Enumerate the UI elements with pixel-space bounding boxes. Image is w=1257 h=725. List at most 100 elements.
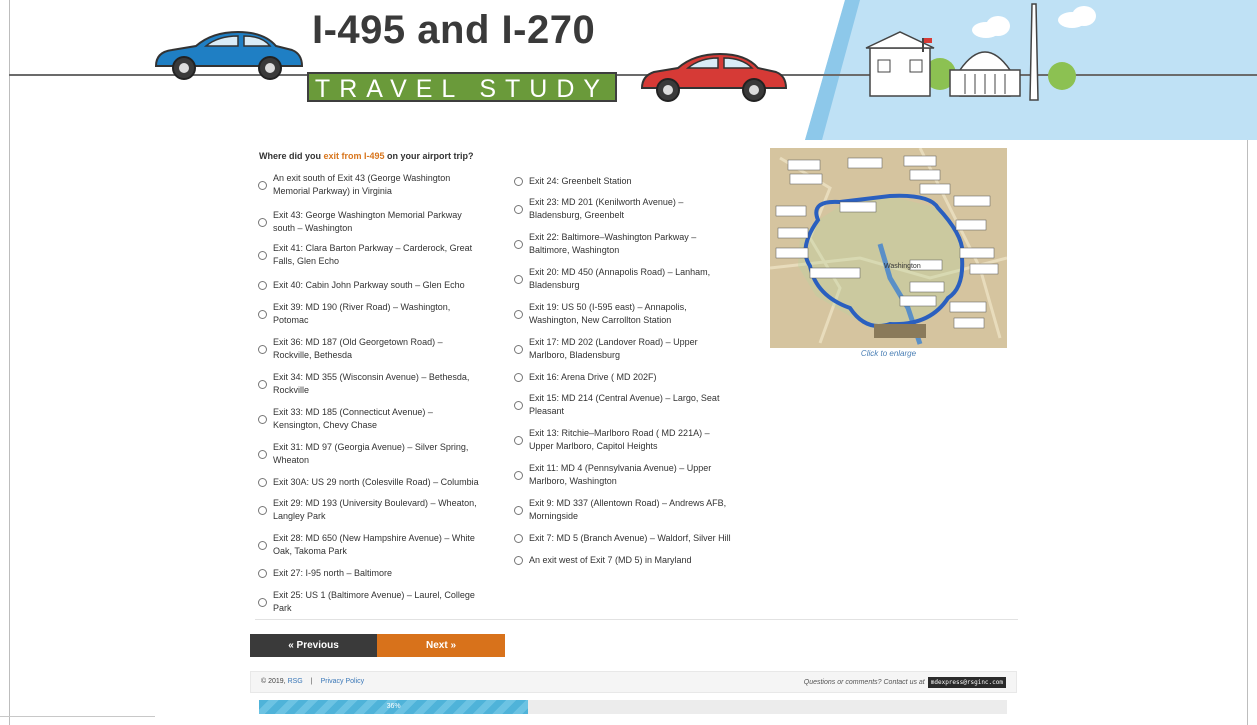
radio-button[interactable] [258, 181, 267, 190]
option-label-line: Exit 17: MD 202 (Landover Road) – Upper [529, 337, 698, 347]
radio-button[interactable] [258, 478, 267, 487]
option-label: Exit 19: US 50 (I-595 east) – Annapolis,… [529, 301, 687, 327]
option-item[interactable]: Exit 39: MD 190 (River Road) – Washingto… [258, 301, 450, 327]
option-label-line: Exit 27: I-95 north – Baltimore [273, 568, 393, 578]
option-item[interactable]: Exit 23: MD 201 (Kenilworth Avenue) – Bla… [514, 196, 683, 222]
radio-button[interactable] [514, 345, 523, 354]
option-item[interactable]: Exit 25: US 1 (Baltimore Avenue) – Laure… [258, 589, 475, 615]
map-caption[interactable]: Click to enlarge [770, 349, 1007, 358]
radio-button[interactable] [258, 218, 267, 227]
beltway-map-icon: Washington [769, 147, 1008, 348]
radio-button[interactable] [258, 345, 267, 354]
option-item[interactable]: Exit 29: MD 193 (University Boulevard) –… [258, 497, 477, 523]
option-label-line: Exit 19: US 50 (I-595 east) – Annapolis, [529, 302, 687, 312]
radio-button[interactable] [258, 281, 267, 290]
beltway-map-image[interactable]: Washington [769, 147, 1008, 348]
question-suffix: on your airport trip? [384, 151, 474, 161]
option-label-line: Marlboro, Washington [529, 476, 617, 486]
option-label-line: An exit south of Exit 43 (George Washing… [273, 173, 451, 183]
radio-button[interactable] [258, 380, 267, 389]
option-item[interactable]: Exit 40: Cabin John Parkway south – Glen… [258, 279, 465, 292]
radio-button[interactable] [514, 471, 523, 480]
previous-button[interactable]: « Previous [250, 634, 377, 657]
option-item[interactable]: Exit 34: MD 355 (Wisconsin Avenue) – Bet… [258, 371, 469, 397]
radio-button[interactable] [514, 556, 523, 565]
option-label: Exit 13: Ritchie–Marlboro Road ( MD 221A… [529, 427, 710, 453]
radio-button[interactable] [514, 436, 523, 445]
option-item[interactable]: Exit 13: Ritchie–Marlboro Road ( MD 221A… [514, 427, 710, 453]
contact-text: Questions or comments? Contact us at [803, 679, 925, 686]
radio-button[interactable] [514, 240, 523, 249]
option-label-line: Upper Marlboro, Capitol Heights [529, 441, 658, 451]
footer-copyright: © 2019, RSG | Privacy Policy [261, 678, 364, 685]
radio-button[interactable] [514, 373, 523, 382]
radio-button[interactable] [514, 534, 523, 543]
option-label-line: Exit 24: Greenbelt Station [529, 176, 632, 186]
option-item[interactable]: Exit 27: I-95 north – Baltimore [258, 567, 392, 580]
option-label-line: Exit 20: MD 450 (Annapolis Road) – Lanha… [529, 267, 711, 277]
option-item[interactable]: Exit 11: MD 4 (Pennsylvania Avenue) – Up… [514, 462, 711, 488]
option-label-line: Pleasant [529, 406, 565, 416]
option-label: Exit 27: I-95 north – Baltimore [273, 567, 392, 580]
radio-button[interactable] [258, 541, 267, 550]
option-item[interactable]: Exit 19: US 50 (I-595 east) – Annapolis,… [514, 301, 687, 327]
progress-bar: 36% [259, 700, 1007, 714]
radio-button[interactable] [514, 205, 523, 214]
option-item[interactable]: An exit south of Exit 43 (George Washing… [258, 172, 450, 198]
privacy-policy-link[interactable]: Privacy Policy [321, 678, 365, 685]
radio-button[interactable] [258, 569, 267, 578]
option-item[interactable]: Exit 41: Clara Barton Parkway – Carderoc… [258, 242, 472, 268]
option-item[interactable]: Exit 20: MD 450 (Annapolis Road) – Lanha… [514, 266, 710, 292]
option-label: An exit west of Exit 7 (MD 5) in Marylan… [529, 554, 692, 567]
radio-button[interactable] [258, 415, 267, 424]
radio-button[interactable] [514, 401, 523, 410]
option-label-line: Kensington, Chevy Chase [273, 420, 378, 430]
option-label: Exit 29: MD 193 (University Boulevard) –… [273, 497, 477, 523]
next-button[interactable]: Next » [377, 634, 505, 657]
option-item[interactable]: Exit 36: MD 187 (Old Georgetown Road) – R… [258, 336, 443, 362]
radio-button[interactable] [514, 177, 523, 186]
radio-button[interactable] [258, 598, 267, 607]
option-item[interactable]: Exit 24: Greenbelt Station [514, 175, 632, 188]
option-item[interactable]: Exit 43: George Washington Memorial Park… [258, 209, 462, 235]
option-label: Exit 9: MD 337 (Allentown Road) – Andrew… [529, 497, 726, 523]
option-label-line: Rockville, Bethesda [273, 350, 353, 360]
radio-button[interactable] [258, 450, 267, 459]
option-label: Exit 40: Cabin John Parkway south – Glen… [273, 279, 465, 292]
footer-separator: | [310, 678, 313, 685]
contact-email[interactable]: mdexpress@rsginc.com [927, 677, 1006, 688]
option-label: Exit 41: Clara Barton Parkway – Carderoc… [273, 242, 472, 268]
option-label-line: Oak, Takoma Park [273, 546, 347, 556]
option-item[interactable]: Exit 7: MD 5 (Branch Avenue) – Waldorf, … [514, 532, 731, 545]
option-label: Exit 33: MD 185 (Connecticut Avenue) – Ke… [273, 406, 433, 432]
option-label-line: Exit 31: MD 97 (Georgia Avenue) – Silver… [273, 442, 469, 452]
radio-button[interactable] [258, 310, 267, 319]
radio-button[interactable] [514, 506, 523, 515]
option-label-line: south – Washington [273, 223, 353, 233]
option-label: Exit 23: MD 201 (Kenilworth Avenue) – Bla… [529, 196, 683, 222]
option-label-line: Langley Park [273, 511, 326, 521]
option-label-line: Exit 25: US 1 (Baltimore Avenue) – Laure… [273, 590, 475, 600]
option-item[interactable]: Exit 22: Baltimore–Washington Parkway – B… [514, 231, 696, 257]
option-item[interactable]: Exit 28: MD 650 (New Hampshire Avenue) –… [258, 532, 475, 558]
option-item[interactable]: Exit 33: MD 185 (Connecticut Avenue) – Ke… [258, 406, 433, 432]
option-item[interactable]: Exit 15: MD 214 (Central Avenue) – Largo… [514, 392, 719, 418]
radio-button[interactable] [514, 275, 523, 284]
option-item[interactable]: An exit west of Exit 7 (MD 5) in Marylan… [514, 554, 692, 567]
option-item[interactable]: Exit 16: Arena Drive ( MD 202F) [514, 371, 657, 384]
radio-button[interactable] [258, 506, 267, 515]
rsg-link[interactable]: RSG [288, 678, 303, 685]
radio-button[interactable] [258, 251, 267, 260]
option-item[interactable]: Exit 30A: US 29 north (Colesville Road) … [258, 476, 479, 489]
option-label-line: Exit 43: George Washington Memorial Park… [273, 210, 462, 220]
radio-button[interactable] [514, 310, 523, 319]
copyright-text: © 2019, [261, 678, 288, 685]
option-item[interactable]: Exit 17: MD 202 (Landover Road) – Upper M… [514, 336, 698, 362]
option-item[interactable]: Exit 31: MD 97 (Georgia Avenue) – Silver… [258, 441, 468, 467]
option-label-line: Bladensburg [529, 280, 580, 290]
option-label-line: Exit 34: MD 355 (Wisconsin Avenue) – Bet… [273, 372, 470, 382]
option-label: Exit 31: MD 97 (Georgia Avenue) – Silver… [273, 441, 468, 467]
option-label: Exit 20: MD 450 (Annapolis Road) – Lanha… [529, 266, 710, 292]
option-item[interactable]: Exit 9: MD 337 (Allentown Road) – Andrew… [514, 497, 726, 523]
option-label: Exit 28: MD 650 (New Hampshire Avenue) –… [273, 532, 475, 558]
